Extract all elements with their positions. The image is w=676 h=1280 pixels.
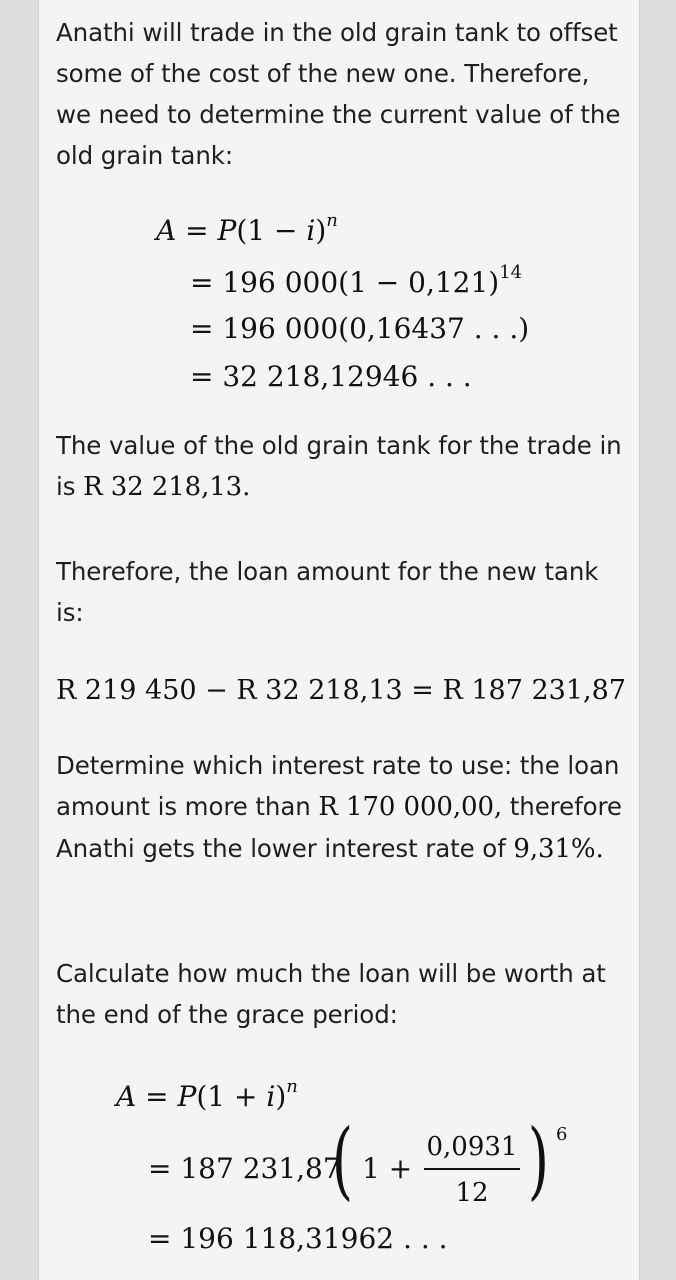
paragraph-trade-in-value: The value of the old grain tank for the … — [56, 431, 622, 502]
right-paren: ) — [527, 1111, 550, 1209]
left-paren: ( — [331, 1111, 354, 1209]
paragraph-grace-period: Calculate how much the loan will be wort… — [56, 959, 606, 1029]
fraction-denominator: 12 — [455, 1178, 489, 1208]
equation-line-1: A = P(1 − i)n — [156, 210, 338, 248]
paragraph-loan-amount-intro: Therefore, the loan amount for the new t… — [56, 557, 599, 627]
equation-line-3: = 196 000(0,16437 . . .) — [190, 312, 530, 345]
equation2-line-2-prefix: = 187 231,87 — [148, 1152, 341, 1185]
equation-line-2: = 196 000(1 − 0,121)14 — [190, 262, 523, 300]
paragraph-trade-in-intro: Anathi will trade in the old grain tank … — [56, 18, 621, 170]
equation-line-4: = 32 218,12946 . . . — [190, 360, 472, 393]
equation2-line-1: A = P(1 + i)n — [116, 1076, 298, 1114]
fraction-numerator: 0,0931 — [426, 1132, 518, 1162]
exponent-six: 6 — [556, 1124, 568, 1145]
equation2-one-plus: 1 + — [362, 1152, 413, 1185]
equation2-line-3: = 196 118,31962 . . . — [148, 1222, 448, 1255]
loan-amount-equation: R 219 450 − R 32 218,13 = R 187 231,87 — [56, 675, 626, 706]
fraction-bar — [424, 1168, 520, 1170]
paragraph-interest-rate: Determine which interest rate to use: th… — [56, 751, 622, 864]
